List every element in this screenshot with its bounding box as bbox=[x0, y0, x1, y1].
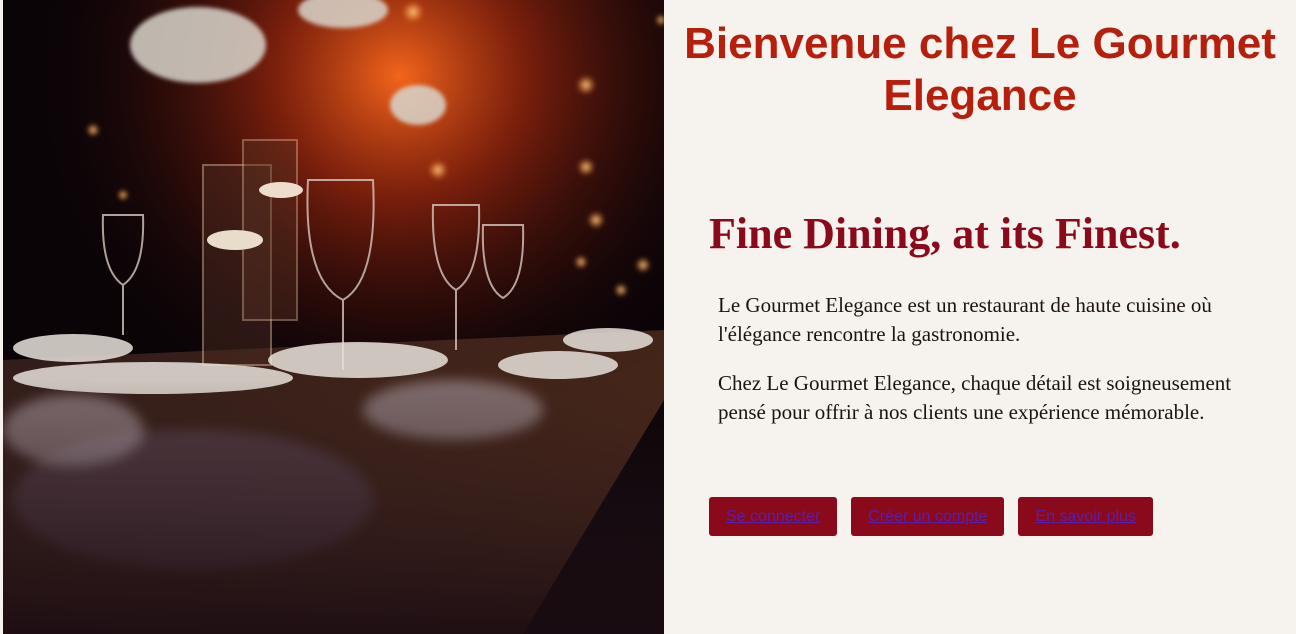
intro-paragraph: Le Gourmet Elegance est un restaurant de… bbox=[718, 293, 1212, 346]
signup-button[interactable]: Créer un compte bbox=[851, 497, 1005, 536]
tagline: Fine Dining, at its Finest. bbox=[709, 209, 1181, 258]
landing-page: Bienvenue chez Le Gourmet Elegance Fine … bbox=[0, 0, 1296, 634]
page-title: Bienvenue chez Le Gourmet Elegance bbox=[684, 19, 1276, 120]
login-button[interactable]: Se connecter bbox=[709, 497, 838, 536]
welcome-panel: Bienvenue chez Le Gourmet Elegance Fine … bbox=[664, 0, 1296, 634]
hero-image bbox=[3, 0, 664, 634]
details-paragraph: Chez Le Gourmet Elegance, chaque détail … bbox=[718, 371, 1232, 424]
learn-more-button[interactable]: En savoir plus bbox=[1018, 497, 1153, 536]
action-buttons: Se connecter Créer un compte En savoir p… bbox=[709, 497, 1153, 536]
